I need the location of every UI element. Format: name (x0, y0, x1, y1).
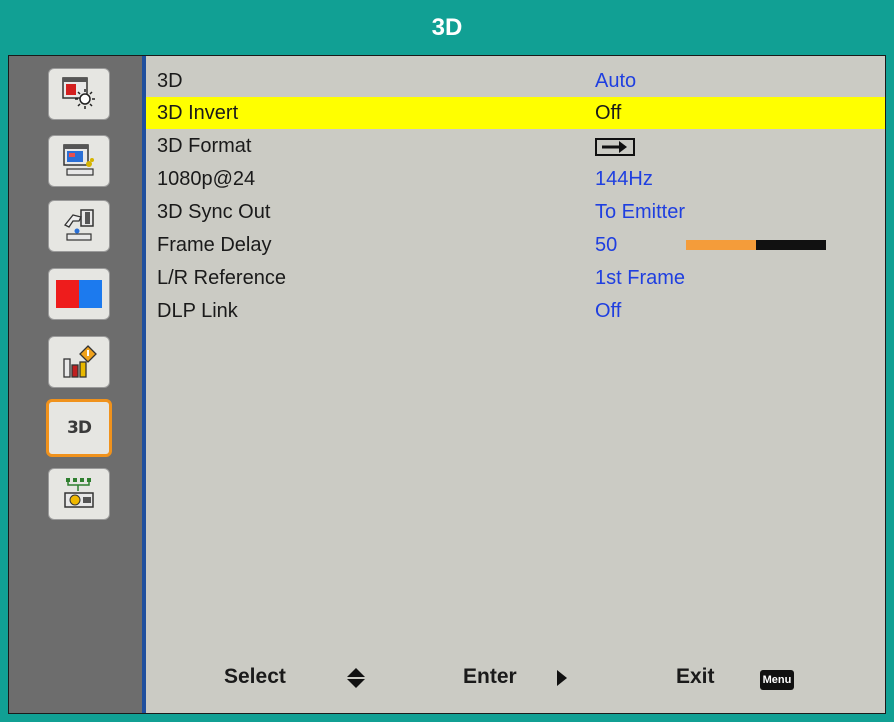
row-label: L/R Reference (157, 267, 286, 289)
footer-select-label: Select (224, 665, 286, 688)
setting-hand-icon (63, 209, 94, 241)
right-arrow-icon (557, 670, 567, 686)
row-label: 3D Format (157, 135, 252, 157)
menu-row-dlp-link[interactable]: DLP Link Off (146, 295, 885, 327)
row-value: Off (595, 300, 622, 322)
screen-setup-icon (63, 144, 94, 176)
menu-row-1080p24[interactable]: 1080p@24 144Hz (146, 163, 885, 195)
row-value: 144Hz (595, 168, 653, 190)
row-label: Frame Delay (157, 234, 272, 256)
row-value: Auto (595, 70, 637, 92)
picture-brightness-icon (62, 77, 95, 109)
sidebar-item-network[interactable] (48, 468, 110, 520)
network-projector-icon (64, 478, 94, 508)
info-chart-icon (63, 345, 97, 378)
menu-row-3d-sync-out[interactable]: 3D Sync Out To Emitter (146, 196, 885, 228)
arrow-right-box-icon (595, 138, 635, 156)
sidebar-item-setting[interactable] (48, 200, 110, 252)
menu-row-lr-reference[interactable]: L/R Reference 1st Frame (146, 262, 885, 294)
sidebar-item-color[interactable] (48, 268, 110, 320)
menu-row-3d-format[interactable]: 3D Format (146, 130, 885, 162)
sidebar-item-screen[interactable] (48, 135, 110, 187)
row-label: 3D Invert (157, 102, 239, 124)
slider-fill (686, 240, 756, 250)
color-icon (56, 280, 102, 308)
frame-delay-slider[interactable] (686, 240, 826, 250)
row-label: 3D Sync Out (157, 201, 271, 223)
footer-enter-label: Enter (463, 665, 517, 688)
sidebar-item-picture[interactable] (48, 68, 110, 120)
menu-row-3d-invert[interactable]: 3D Invert Off (146, 97, 885, 129)
row-value: 1st Frame (595, 267, 686, 289)
row-value (595, 138, 635, 156)
footer-exit-label: Exit (676, 665, 715, 688)
up-down-arrows-icon (347, 668, 365, 688)
row-label: 3D (157, 70, 183, 92)
menu-row-3d[interactable]: 3D Auto (146, 65, 885, 97)
row-value: To Emitter (595, 201, 686, 223)
3d-icon: 3D (67, 418, 92, 438)
row-value: Off (595, 102, 622, 124)
row-value: 50 (595, 234, 618, 256)
sidebar-item-3d[interactable]: 3D (46, 399, 112, 457)
menu-key-icon: Menu (760, 670, 794, 690)
window-title: 3D (431, 13, 463, 41)
row-label: 1080p@24 (157, 168, 256, 190)
sidebar-item-information[interactable] (48, 336, 110, 388)
row-label: DLP Link (157, 300, 238, 322)
